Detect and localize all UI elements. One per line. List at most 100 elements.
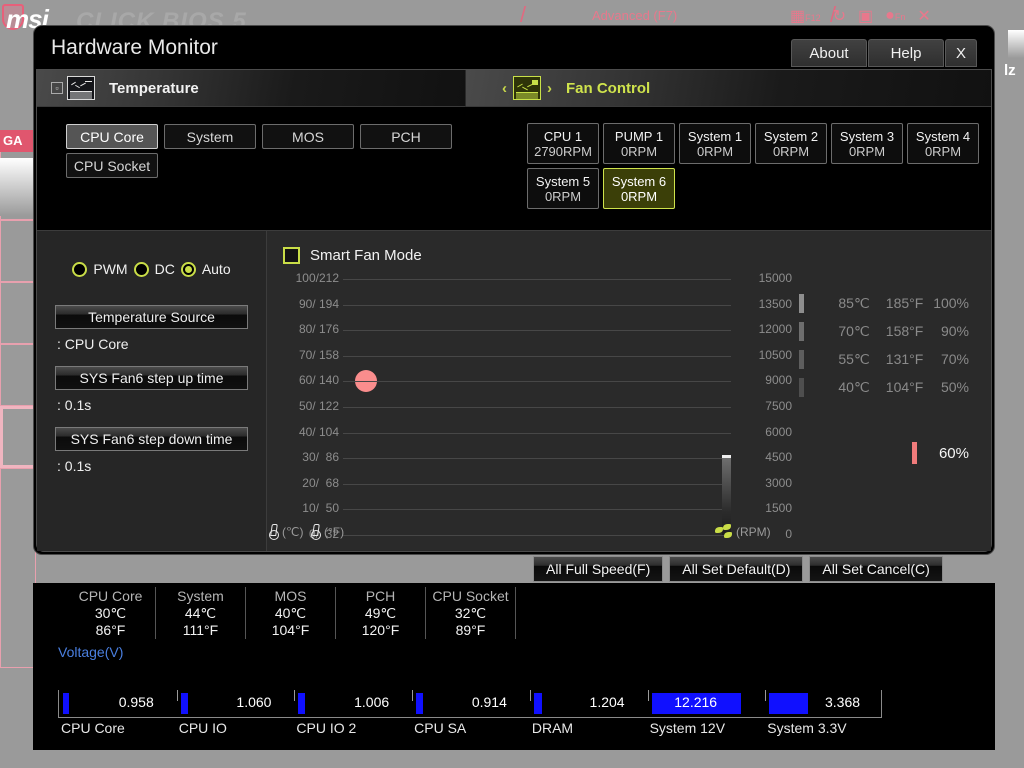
bg-left-panel-4 bbox=[0, 344, 36, 406]
fan-button-name: PUMP 1 bbox=[614, 128, 664, 144]
current-duty-value: 60% bbox=[938, 444, 969, 462]
chart-plot-area[interactable] bbox=[343, 279, 731, 536]
temperature-readouts: CPU Core 30℃ 86°F System 44℃ 111°F MOS 40℃ 104°F… bbox=[33, 583, 995, 639]
setting-button-temperature-source[interactable]: Temperature Source bbox=[55, 305, 248, 329]
voltage-value: 1.006 bbox=[354, 694, 390, 710]
current-duty-bar bbox=[911, 442, 917, 464]
screenshot-key-label: F12 bbox=[805, 13, 821, 23]
fan-global-action-buttons: All Full Speed(F) All Set Default(D) All S… bbox=[533, 556, 943, 582]
threshold-color-bar bbox=[799, 377, 804, 397]
temperature-panel-header: ▫ Temperature bbox=[37, 70, 466, 107]
smart-fan-mode-row[interactable]: Smart Fan Mode bbox=[283, 247, 422, 264]
main-content: PWM DC Auto Temperature Source : CPU Core SY… bbox=[37, 230, 991, 551]
language-icon[interactable]: ✕ bbox=[917, 6, 930, 26]
chart-gridline bbox=[343, 381, 731, 383]
temp-source-tab-cpu-core[interactable]: CPU Core bbox=[66, 124, 158, 149]
chart-temp-tick: 90/ 194 bbox=[298, 296, 339, 311]
dialog-body: ▫ Temperature ‹ › Fan Control CPU Core S… bbox=[36, 69, 992, 552]
fan-mode-radio-dc[interactable]: DC bbox=[133, 261, 175, 277]
temp-source-tab-cpu-socket[interactable]: CPU Socket bbox=[66, 153, 158, 178]
fan-button-system-2[interactable]: System 2 0RPM bbox=[755, 123, 827, 164]
all-set-default-button[interactable]: All Set Default(D) bbox=[669, 556, 804, 582]
bg-left-panel-2 bbox=[0, 220, 36, 282]
fan-button-cpu-1[interactable]: CPU 1 2790RPM bbox=[527, 123, 599, 164]
voltage-item-system-12v: 12.216 System 12V bbox=[647, 690, 766, 736]
temp-source-tab-system[interactable]: System bbox=[164, 124, 256, 149]
chart-rpm-tick: 1500 bbox=[765, 501, 792, 516]
fn-icon[interactable]: ●Fn bbox=[885, 7, 905, 25]
radio-dot-icon bbox=[72, 261, 88, 277]
fan-curve-threshold-legend: 85℃ 185°F 100% 70℃ 158°F 90% 55℃ 131°F 70% 40℃ 104… bbox=[799, 289, 969, 401]
threshold-celsius: 55℃ bbox=[838, 350, 870, 367]
temp-readout-name: MOS bbox=[274, 588, 307, 604]
all-full-speed-button[interactable]: All Full Speed(F) bbox=[533, 556, 664, 582]
fan-button-system-4[interactable]: System 4 0RPM bbox=[907, 123, 979, 164]
setting-value: : CPU Core bbox=[57, 336, 129, 352]
fan-button-pump-1[interactable]: PUMP 1 0RPM bbox=[603, 123, 675, 164]
setting-button-sys-fan6-step-down-time[interactable]: SYS Fan6 step down time bbox=[55, 427, 248, 451]
dialog-title: Hardware Monitor bbox=[51, 36, 218, 59]
temp-source-tab-mos[interactable]: MOS bbox=[262, 124, 354, 149]
close-button[interactable]: X bbox=[945, 39, 977, 67]
fan-mode-radio-auto[interactable]: Auto bbox=[180, 261, 231, 277]
fan-button-name: System 1 bbox=[687, 128, 743, 144]
fan-button-name: System 4 bbox=[915, 128, 971, 144]
temp-readout-name: CPU Socket bbox=[432, 588, 509, 604]
advanced-mode-label: Advanced (F7) bbox=[592, 8, 678, 23]
threshold-celsius: 40℃ bbox=[838, 378, 870, 395]
fan-button-system-3[interactable]: System 3 0RPM bbox=[831, 123, 903, 164]
thermometer-icon bbox=[311, 524, 321, 540]
chart-temp-tick: 30/ 86 bbox=[302, 450, 339, 465]
setting-button-sys-fan6-step-up-time[interactable]: SYS Fan6 step up time bbox=[55, 366, 248, 390]
fan-curve-pane: Smart Fan Mode 100/212 90/ 194 80/ 176 70/ … bbox=[267, 230, 991, 551]
chart-temp-tick: 20/ 68 bbox=[302, 475, 339, 490]
temp-readout-name: CPU Core bbox=[78, 588, 143, 604]
favorites-icon[interactable]: ▣ bbox=[858, 6, 873, 26]
fan-selector-buttons: CPU 1 2790RPM PUMP 1 0RPM System 1 0RPM System… bbox=[492, 108, 985, 213]
fan-button-rpm: 0RPM bbox=[772, 143, 810, 159]
voltage-name: CPU IO bbox=[178, 720, 227, 736]
threshold-fahrenheit: 158°F bbox=[885, 323, 924, 339]
threshold-fahrenheit: 104°F bbox=[885, 379, 924, 395]
fan-button-system-1[interactable]: System 1 0RPM bbox=[679, 123, 751, 164]
next-page-arrow-icon[interactable]: › bbox=[547, 80, 552, 97]
temp-source-tab-pch[interactable]: PCH bbox=[360, 124, 452, 149]
about-button[interactable]: About bbox=[791, 39, 867, 67]
chart-unit-legend: (℃) (°F) (RPM) bbox=[267, 521, 991, 543]
temp-readout-fahrenheit: 89°F bbox=[455, 622, 486, 638]
fan-settings-field-list: Temperature Source : CPU Core SYS Fan6 ste… bbox=[37, 305, 266, 474]
prev-page-arrow-icon[interactable]: ‹ bbox=[502, 80, 507, 97]
collapse-icon[interactable]: ▫ bbox=[51, 82, 63, 94]
voltage-item-cpu-sa: 0.914 CPU SA bbox=[412, 690, 530, 736]
voltage-item-cpu-core: 0.958 CPU Core bbox=[59, 690, 177, 736]
smart-fan-mode-checkbox[interactable] bbox=[283, 247, 300, 264]
fan-button-rpm: 0RPM bbox=[620, 188, 658, 204]
fahrenheit-legend: (°F) bbox=[311, 523, 344, 541]
fan-button-name: System 2 bbox=[763, 128, 819, 144]
fan-mode-radio-pwm[interactable]: PWM bbox=[72, 261, 128, 277]
current-duty-row: 60% bbox=[911, 442, 969, 464]
threshold-row: 85℃ 185°F 100% bbox=[799, 289, 969, 317]
fan-mode-label: Auto bbox=[201, 261, 231, 277]
fan-button-system-5[interactable]: System 5 0RPM bbox=[527, 168, 599, 209]
help-button[interactable]: Help bbox=[868, 39, 944, 67]
all-set-cancel-button[interactable]: All Set Cancel(C) bbox=[809, 556, 943, 582]
screenshot-icon[interactable]: ▦F12 bbox=[790, 6, 821, 26]
threshold-fahrenheit: 185°F bbox=[885, 295, 924, 311]
chart-rpm-tick: 15000 bbox=[758, 271, 792, 285]
threshold-celsius: 70℃ bbox=[838, 322, 870, 339]
fan-button-name: System 5 bbox=[535, 173, 591, 189]
refresh-icon[interactable]: ↻ bbox=[833, 6, 846, 26]
bg-left-panel-3 bbox=[0, 282, 36, 344]
chart-rpm-tick: 6000 bbox=[765, 424, 792, 439]
thermometer-icon bbox=[269, 524, 279, 540]
threshold-percent: 100% bbox=[933, 295, 969, 311]
voltage-value: 0.914 bbox=[471, 694, 507, 710]
fan-button-rpm: 2790RPM bbox=[534, 143, 592, 159]
fan-button-system-6[interactable]: System 6 0RPM bbox=[603, 168, 675, 209]
voltage-bar bbox=[63, 693, 70, 714]
temp-readout-celsius: 30℃ bbox=[94, 605, 127, 621]
chart-gridline bbox=[343, 355, 731, 357]
rpm-unit-label: (RPM) bbox=[736, 524, 771, 539]
voltage-value: 12.216 bbox=[674, 694, 718, 710]
